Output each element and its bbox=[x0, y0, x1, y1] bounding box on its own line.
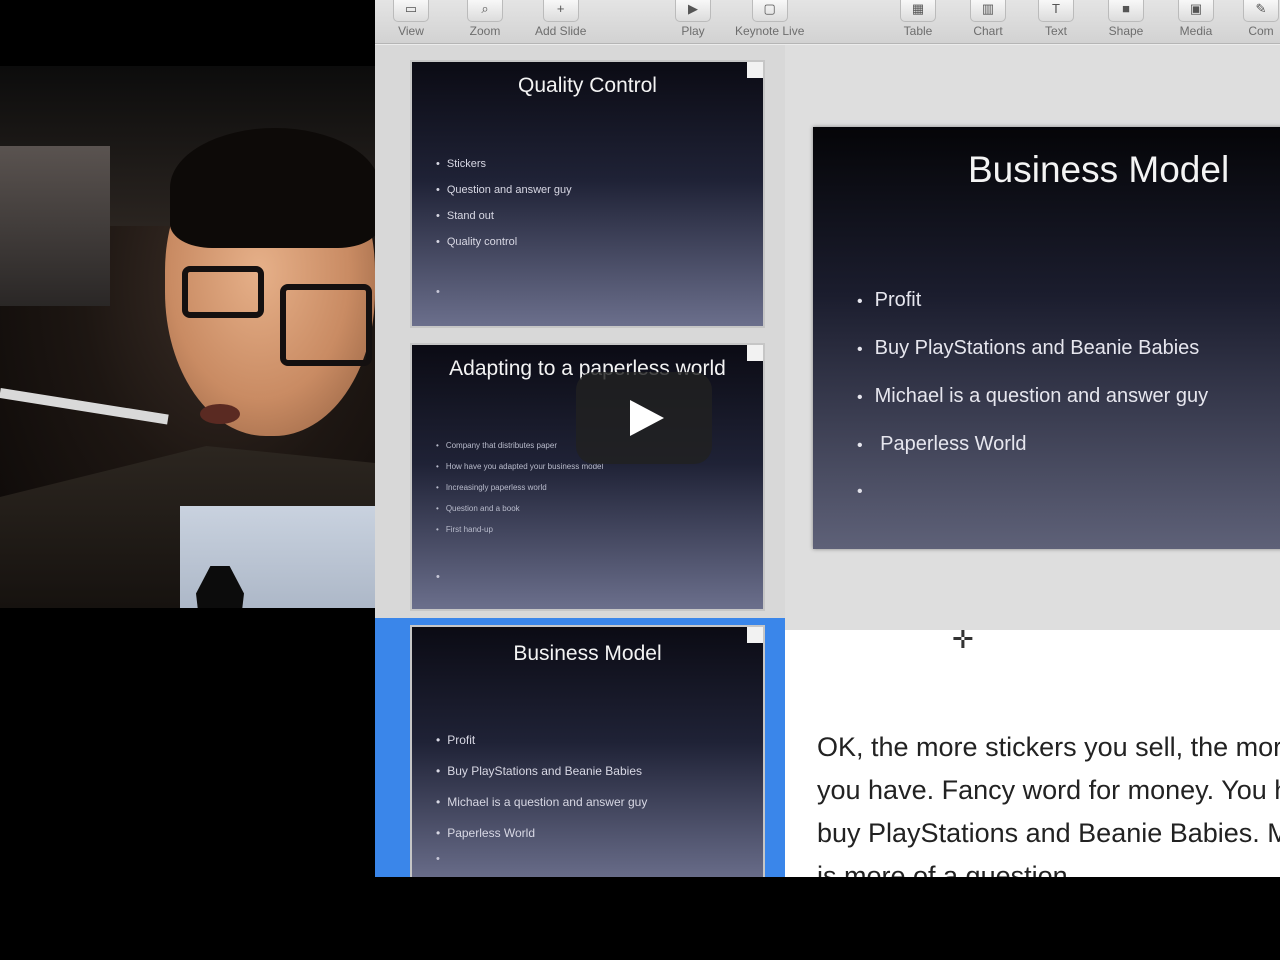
toolbar-label: View bbox=[398, 24, 424, 38]
toolbar-zoom-button[interactable]: ⌕ Zoom bbox=[467, 0, 503, 44]
toolbar-label: Zoom bbox=[469, 24, 501, 38]
add-slide-icon: + bbox=[542, 0, 579, 22]
slide-bullet[interactable]: Michael is a question and answer guy bbox=[857, 385, 1209, 408]
slide-bullet-list[interactable]: Profit Buy PlayStations and Beanie Babie… bbox=[857, 289, 1209, 481]
keynote-live-icon: ▢ bbox=[751, 0, 788, 22]
empty-bullet: • bbox=[436, 286, 440, 298]
toolbar-label: Keynote Live bbox=[735, 24, 805, 38]
slide-bullet: Michael is a question and answer guy bbox=[436, 795, 647, 809]
toolbar-label: Shape bbox=[1108, 24, 1144, 38]
comment-icon: ✎ bbox=[1243, 0, 1279, 22]
glasses-left-lens bbox=[182, 266, 264, 318]
empty-bullet: • bbox=[436, 571, 440, 583]
play-icon bbox=[630, 400, 664, 436]
empty-bullet: • bbox=[436, 853, 440, 865]
slide-bullet: Question and answer guy bbox=[436, 184, 572, 196]
slide-bullet: Increasingly paperless world bbox=[436, 483, 603, 492]
video-frame[interactable]: ▭ View ⌕ Zoom + Add Slide ▶ Play ▢ Keynote Live ▦ T… bbox=[0, 0, 1280, 960]
thumbnail-corner bbox=[747, 62, 763, 78]
toolbar-label: Add Slide bbox=[535, 24, 587, 38]
keynote-window: ▭ View ⌕ Zoom + Add Slide ▶ Play ▢ Keynote Live ▦ T… bbox=[375, 0, 1280, 877]
current-slide[interactable]: Business Model Profit Buy PlayStations a… bbox=[813, 127, 1280, 549]
slide-bullet[interactable]: Buy PlayStations and Beanie Babies bbox=[857, 337, 1208, 360]
slide-bullet: Buy PlayStations and Beanie Babies bbox=[436, 764, 647, 778]
slide-bullet: Quality control bbox=[436, 236, 572, 248]
slide-title[interactable]: Business Model bbox=[968, 149, 1229, 191]
media-icon: ▣ bbox=[1178, 0, 1214, 22]
view-icon: ▭ bbox=[393, 0, 429, 22]
slide-thumbnail-bullets: Stickers Question and answer guy Stand o… bbox=[436, 158, 572, 262]
presenter-notes[interactable]: ✛ OK, the more stickers you sell, the mo… bbox=[785, 630, 1280, 877]
toolbar-label: Com bbox=[1248, 24, 1274, 38]
toolbar-label: Text bbox=[1044, 24, 1067, 38]
slide-bullet[interactable]: Profit bbox=[857, 289, 1208, 312]
slide-thumbnail-3-selected[interactable]: Business Model Profit Buy PlayStations a… bbox=[410, 625, 765, 877]
toolbar-label: Play bbox=[681, 24, 705, 38]
background-wall bbox=[0, 146, 110, 306]
toolbar-table-button[interactable]: ▦ Table bbox=[900, 0, 936, 44]
empty-bullet[interactable]: • bbox=[857, 483, 863, 501]
toolbar-text-button[interactable]: T Text bbox=[1038, 0, 1074, 44]
toolbar-play-button[interactable]: ▶ Play bbox=[675, 0, 711, 44]
slide-canvas: Business Model Profit Buy PlayStations a… bbox=[785, 45, 1280, 630]
glasses-right-lens bbox=[280, 284, 372, 366]
slide-bullet: How have you adapted your business model bbox=[436, 462, 603, 471]
toolbar-add-slide-button[interactable]: + Add Slide bbox=[535, 0, 586, 44]
slide-bullet: First hand-up bbox=[436, 525, 603, 534]
slide-bullet: Profit bbox=[436, 733, 647, 747]
speaker-hair bbox=[170, 128, 375, 248]
play-icon: ▶ bbox=[675, 0, 711, 22]
slide-bullet[interactable]: Paperless World bbox=[857, 433, 1208, 456]
slide-thumbnail-title: Quality Control bbox=[518, 74, 657, 97]
thumbnail-corner bbox=[747, 345, 763, 361]
toolbar-keynote-live-button[interactable]: ▢ Keynote Live bbox=[735, 0, 804, 44]
slide-navigator: Quality Control Stickers Question and an… bbox=[375, 45, 785, 877]
speaker-mouth bbox=[200, 404, 240, 424]
play-button[interactable] bbox=[576, 372, 712, 464]
shape-icon: ■ bbox=[1108, 0, 1144, 22]
toolbar-label: Chart bbox=[973, 24, 1003, 38]
slide-thumbnail-title: Business Model bbox=[513, 642, 662, 665]
slide-bullet: Stickers bbox=[436, 158, 572, 170]
toolbar-shape-button[interactable]: ■ Shape bbox=[1108, 0, 1144, 44]
chart-icon: ▥ bbox=[970, 0, 1006, 22]
slide-thumbnail-bullets: Company that distributes paper How have … bbox=[436, 441, 603, 546]
speaker-video bbox=[0, 66, 375, 608]
toolbar-label: Table bbox=[903, 24, 933, 38]
notes-text[interactable]: OK, the more stickers you sell, the more… bbox=[817, 726, 1280, 877]
toolbar-com-button[interactable]: ✎ Com bbox=[1243, 0, 1279, 44]
zoom-icon: ⌕ bbox=[467, 0, 503, 22]
toolbar-view-button[interactable]: ▭ View bbox=[393, 0, 429, 44]
background-stripe bbox=[0, 388, 169, 425]
slide-bullet: Question and a book bbox=[436, 504, 603, 513]
thumbnail-corner bbox=[747, 627, 763, 643]
toolbar: ▭ View ⌕ Zoom + Add Slide ▶ Play ▢ Keynote Live ▦ T… bbox=[375, 0, 1280, 44]
slide-bullet: Stand out bbox=[436, 210, 572, 222]
slide-bullet: Paperless World bbox=[436, 826, 647, 840]
toolbar-media-button[interactable]: ▣ Media bbox=[1178, 0, 1214, 44]
resize-handle-icon[interactable]: ✛ bbox=[952, 630, 974, 655]
slide-thumbnail-1[interactable]: Quality Control Stickers Question and an… bbox=[410, 60, 765, 328]
slide-thumbnail-bullets: Profit Buy PlayStations and Beanie Babie… bbox=[436, 733, 647, 857]
toolbar-chart-button[interactable]: ▥ Chart bbox=[970, 0, 1006, 44]
table-icon: ▦ bbox=[900, 0, 936, 22]
text-icon: T bbox=[1038, 0, 1074, 22]
toolbar-label: Media bbox=[1179, 24, 1213, 38]
